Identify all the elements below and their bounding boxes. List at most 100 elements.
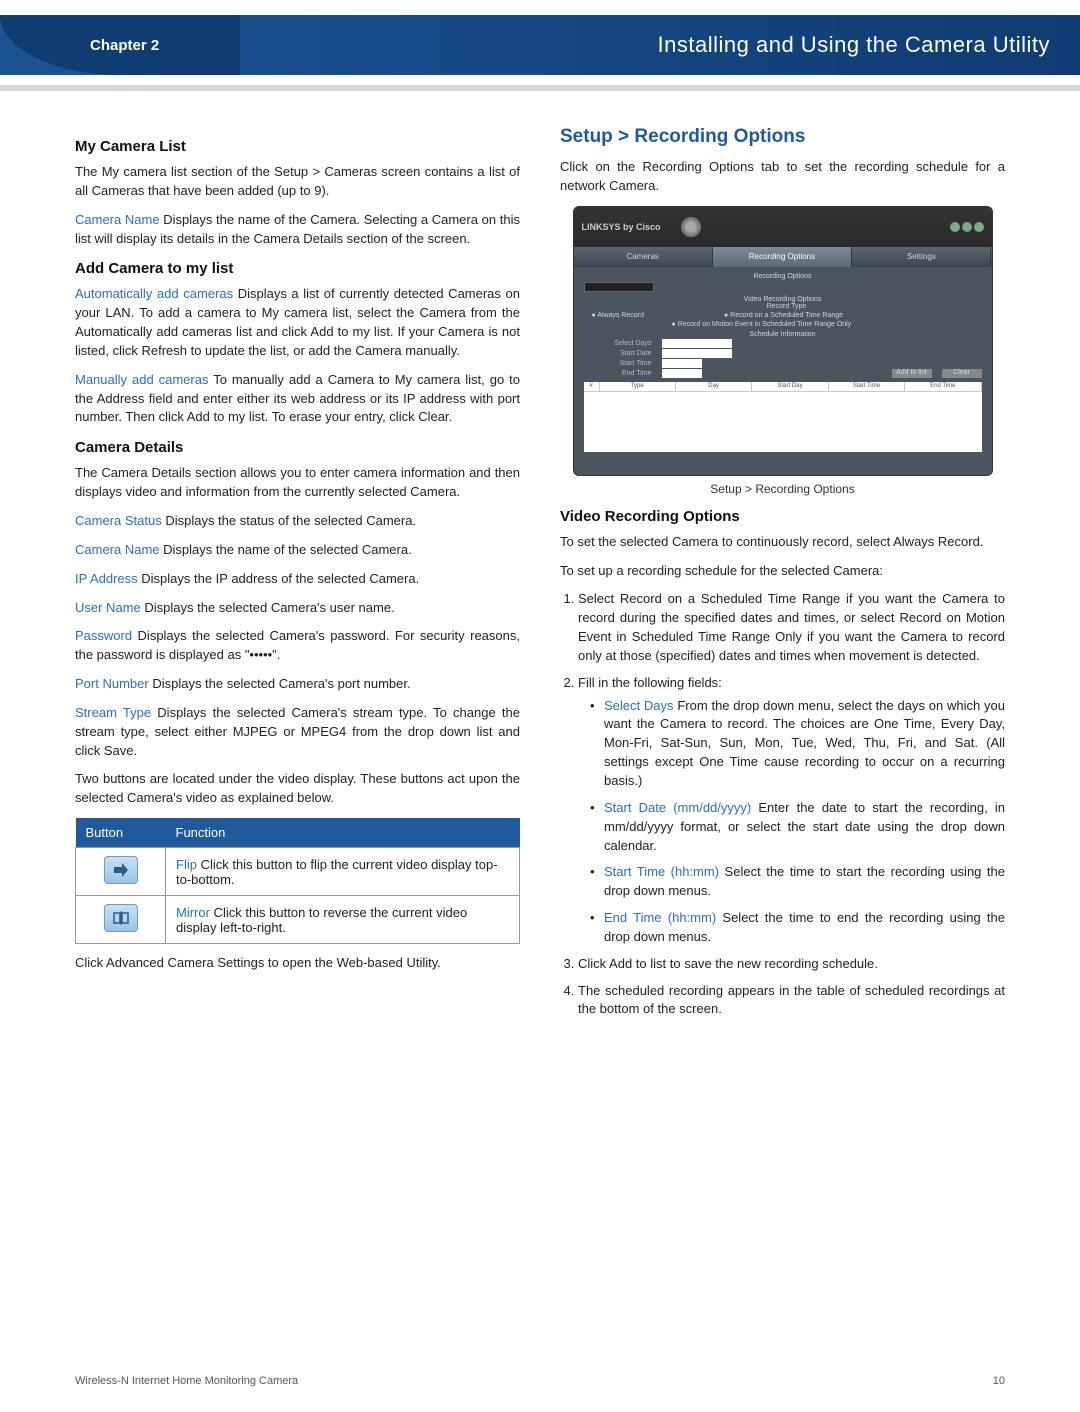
th: Type xyxy=(600,382,676,392)
term-manual-add: Manually add cameras xyxy=(75,372,208,387)
page-title: Installing and Using the Camera Utility xyxy=(658,32,1050,58)
list-item: Start Date (mm/dd/yyyy) Enter the date t… xyxy=(590,799,1005,856)
field-input xyxy=(662,339,732,348)
definition: Stream Type Displays the selected Camera… xyxy=(75,704,520,761)
field-label: End Time xyxy=(592,370,652,377)
chapter-tab: Chapter 2 xyxy=(0,15,240,75)
definition: Password Displays the selected Camera's … xyxy=(75,627,520,665)
camera-dropdown xyxy=(584,282,654,292)
term-camera-status: Camera Status xyxy=(75,513,162,528)
th: Day xyxy=(676,382,752,392)
definition: Port Number Displays the selected Camera… xyxy=(75,675,520,694)
field-label: Start Time xyxy=(592,360,652,367)
field-label: Select Days xyxy=(592,340,652,347)
section-label: Video Recording Options xyxy=(584,296,982,303)
paragraph: To set the selected Camera to continuous… xyxy=(560,533,1005,552)
term-camera-name-2: Camera Name xyxy=(75,542,160,557)
definition: Automatically add cameras Displays a lis… xyxy=(75,285,520,360)
app-body: Recording Options Video Recording Option… xyxy=(574,267,992,458)
term-port-number: Port Number xyxy=(75,676,149,691)
window-controls xyxy=(950,222,984,232)
list-item: Select Record on a Scheduled Time Range … xyxy=(578,590,1005,665)
page-footer: Wireless-N Internet Home Monitoring Came… xyxy=(75,1375,1005,1387)
term-body: Displays the selected Camera's password.… xyxy=(75,628,520,662)
term-ip-address: IP Address xyxy=(75,571,138,586)
term-user-name: User Name xyxy=(75,600,141,615)
th: End Time xyxy=(905,382,981,392)
app-titlebar: LINKSYS by Cisco xyxy=(574,207,992,247)
field-input xyxy=(662,369,702,378)
ordered-list: Select Record on a Scheduled Time Range … xyxy=(578,590,1005,1019)
term-body: Displays the selected Camera's port numb… xyxy=(149,676,411,691)
term-mirror: Mirror xyxy=(176,905,210,920)
heading-video-recording-options: Video Recording Options xyxy=(560,508,1005,525)
btn-add: Add to list xyxy=(892,369,932,378)
term-body: Click this button to flip the current vi… xyxy=(176,857,498,887)
figure-caption: Setup > Recording Options xyxy=(560,482,1005,496)
flip-icon-cell xyxy=(76,848,166,896)
paragraph: The My camera list section of the Setup … xyxy=(75,163,520,201)
radio-scheduled: ● Record on a Scheduled Time Range xyxy=(724,312,843,319)
definition: Camera Name Displays the name of the Cam… xyxy=(75,211,520,249)
list-item: Select Days From the drop down menu, sel… xyxy=(590,697,1005,791)
section-label: Schedule Information xyxy=(584,331,982,338)
page-header: Chapter 2 Installing and Using the Camer… xyxy=(0,15,1080,75)
mirror-desc: Mirror Click this button to reverse the … xyxy=(166,896,520,944)
th: Start Day xyxy=(752,382,828,392)
term-auto-add: Automatically add cameras xyxy=(75,286,233,301)
mirror-icon-cell xyxy=(76,896,166,944)
button-function-table: Button Function Flip Click this button t… xyxy=(75,818,520,944)
bullet-list: Select Days From the drop down menu, sel… xyxy=(590,697,1005,947)
term-flip: Flip xyxy=(176,857,197,872)
term-password: Password xyxy=(75,628,132,643)
footer-product: Wireless-N Internet Home Monitoring Came… xyxy=(75,1375,298,1387)
field-input xyxy=(662,359,702,368)
list-item: End Time (hh:mm) Select the time to end … xyxy=(590,909,1005,947)
definition: Camera Name Displays the name of the sel… xyxy=(75,541,520,560)
table-row: Mirror Click this button to reverse the … xyxy=(76,896,520,944)
heading-setup-recording: Setup > Recording Options xyxy=(560,126,1005,148)
list-item-text: Fill in the following fields: xyxy=(578,675,722,690)
mirror-icon xyxy=(104,904,138,932)
left-column: My Camera List The My camera list sectio… xyxy=(75,126,520,1029)
tab-recording-options: Recording Options xyxy=(713,247,852,267)
term-start-time: Start Time (hh:mm) xyxy=(604,864,719,879)
term-body: Displays the selected Camera's user name… xyxy=(141,600,395,615)
footer-page-number: 10 xyxy=(993,1375,1005,1387)
term-body: Click this button to reverse the current… xyxy=(176,905,467,935)
list-item: Click Add to list to save the new record… xyxy=(578,955,1005,974)
chapter-label: Chapter 2 xyxy=(90,37,159,54)
definition: User Name Displays the selected Camera's… xyxy=(75,599,520,618)
tab-cameras: Cameras xyxy=(574,247,713,267)
radio-row: ● Always Record ● Record on a Scheduled … xyxy=(592,312,982,319)
radio-motion: ● Record on Motion Event in Scheduled Ti… xyxy=(672,321,852,328)
btn-clear: Clear xyxy=(942,369,982,378)
list-item: Start Time (hh:mm) Select the time to st… xyxy=(590,863,1005,901)
th-button: Button xyxy=(76,818,166,848)
term-end-time: End Time (hh:mm) xyxy=(604,910,716,925)
paragraph: Two buttons are located under the video … xyxy=(75,770,520,808)
field-label: Start Date xyxy=(592,350,652,357)
definition: Manually add cameras To manually add a C… xyxy=(75,371,520,428)
radio-row: ● Record on Motion Event in Scheduled Ti… xyxy=(592,321,982,328)
app-tabs: Cameras Recording Options Settings xyxy=(574,247,992,267)
field-input xyxy=(662,349,732,358)
heading-my-camera-list: My Camera List xyxy=(75,138,520,155)
paragraph: The Camera Details section allows you to… xyxy=(75,464,520,502)
gear-icon xyxy=(681,217,701,237)
subsection-label: Record Type xyxy=(592,303,982,310)
term-start-date: Start Date (mm/dd/yyyy) xyxy=(604,800,751,815)
radio-always: ● Always Record xyxy=(592,312,644,319)
paragraph: Click on the Recording Options tab to se… xyxy=(560,158,1005,196)
table-row: Flip Click this button to flip the curre… xyxy=(76,848,520,896)
th-function: Function xyxy=(166,818,520,848)
heading-camera-details: Camera Details xyxy=(75,439,520,456)
heading-add-camera: Add Camera to my list xyxy=(75,260,520,277)
definition: Camera Status Displays the status of the… xyxy=(75,512,520,531)
paragraph: Click Advanced Camera Settings to open t… xyxy=(75,954,520,973)
definition: IP Address Displays the IP address of th… xyxy=(75,570,520,589)
section-label: Recording Options xyxy=(584,273,982,280)
tab-settings: Settings xyxy=(852,247,991,267)
th: Start Time xyxy=(829,382,905,392)
paragraph: To set up a recording schedule for the s… xyxy=(560,562,1005,581)
